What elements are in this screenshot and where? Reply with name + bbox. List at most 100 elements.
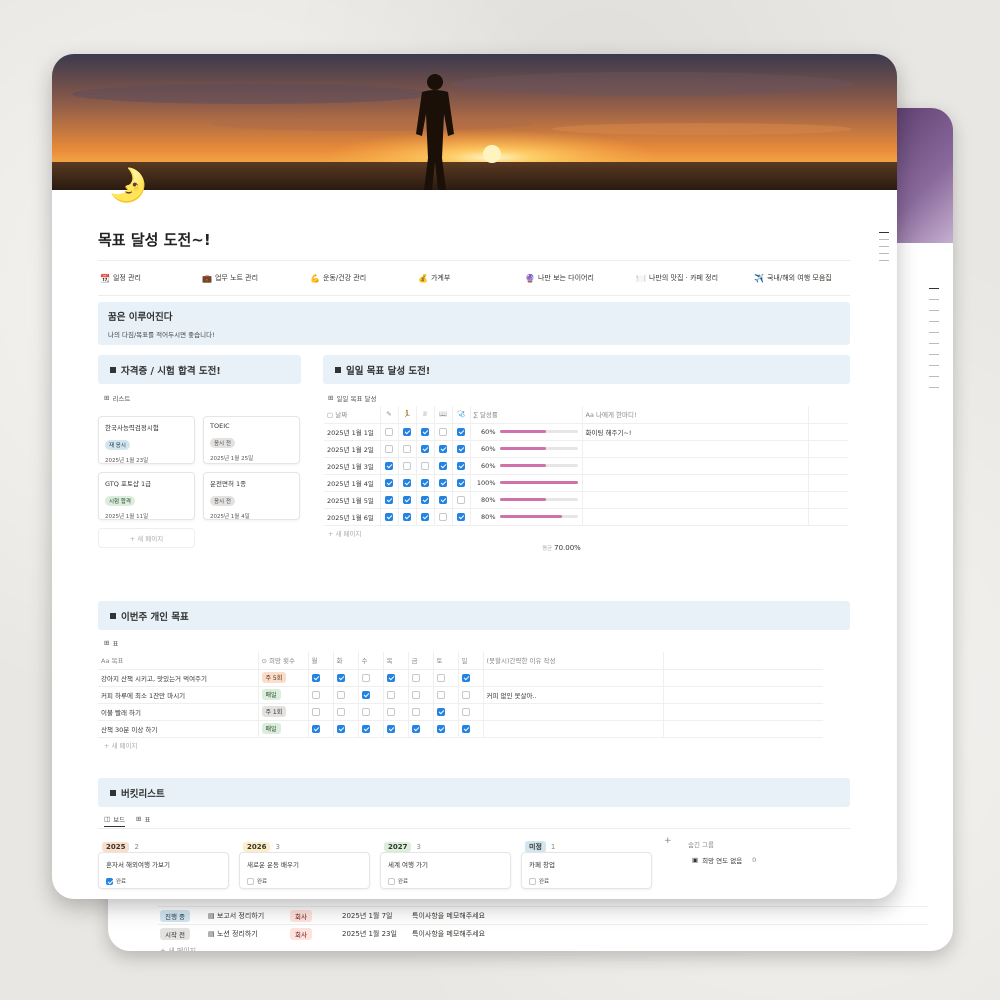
checkbox[interactable] — [461, 724, 470, 733]
goal-callout[interactable]: 꿈은 이루어진다 나의 다짐/목표를 적어두시면 좋습니다! — [98, 302, 850, 345]
cert-new-page-button[interactable]: + 새 페이지 — [98, 528, 195, 548]
checkbox[interactable] — [457, 427, 465, 436]
col-thu[interactable]: 목 — [383, 652, 409, 670]
checkbox[interactable] — [529, 877, 536, 885]
col-reason[interactable]: (못할시)간략한 이유 작성 — [483, 652, 664, 670]
checkbox[interactable] — [439, 512, 447, 521]
weekly-new-page-button[interactable]: + 새 페이지 — [104, 740, 138, 750]
row-reason[interactable] — [483, 703, 664, 721]
col-stethoscope-icon[interactable]: 🩺 — [452, 406, 471, 424]
col-mon[interactable]: 월 — [308, 652, 334, 670]
daily-row[interactable]: 2025년 1월 1일 60% 화이팅 해주기~! — [324, 423, 848, 441]
checkbox[interactable] — [411, 690, 420, 699]
bucket-tab-board[interactable]: ◫ 보드 — [104, 814, 126, 827]
checkbox[interactable] — [421, 495, 429, 504]
col-crown-icon[interactable]: ♕ — [416, 406, 435, 424]
checkbox[interactable] — [439, 461, 447, 470]
nav-link-diary[interactable]: 🔮 나만 보는 다이어리 — [525, 273, 594, 283]
row-reason[interactable]: 커피 없인 못살아.. — [483, 686, 664, 704]
checkbox[interactable] — [457, 512, 465, 521]
checkbox[interactable] — [439, 427, 447, 436]
checkbox[interactable] — [386, 690, 395, 699]
checkbox[interactable] — [461, 673, 470, 682]
checkbox[interactable] — [311, 724, 320, 733]
col-runner-icon[interactable]: 🏃 — [398, 406, 417, 424]
checkbox[interactable] — [388, 877, 395, 885]
col-pencil-icon[interactable]: ✎ — [380, 406, 399, 424]
row-note[interactable] — [582, 457, 809, 475]
nav-link-work-notes[interactable]: 💼 업무 노트 관리 — [202, 273, 258, 283]
row-reason[interactable] — [483, 669, 664, 687]
checkbox[interactable] — [403, 495, 411, 504]
row-note[interactable] — [582, 440, 809, 458]
checkbox[interactable] — [403, 427, 411, 436]
checkbox[interactable] — [311, 690, 320, 699]
checkbox[interactable] — [439, 478, 447, 487]
checkbox[interactable] — [457, 495, 465, 504]
cert-view-tab[interactable]: ⊞ 리스트 — [104, 393, 130, 403]
checkbox[interactable] — [361, 673, 370, 682]
hidden-group-item[interactable]: ▣ 희망 연도 없음 0 — [692, 855, 756, 865]
col-wed[interactable]: 수 — [358, 652, 384, 670]
bucket-card[interactable]: 카페 창업 완료 — [521, 852, 652, 889]
cover-image[interactable] — [52, 54, 897, 190]
cert-card[interactable]: TOEIC 응시 전 2025년 1월 25일 — [203, 416, 300, 464]
bucket-card[interactable]: 세계 여행 가기 완료 — [380, 852, 511, 889]
checkbox[interactable] — [411, 724, 420, 733]
checkbox[interactable] — [311, 673, 320, 682]
table-row[interactable]: 진행 중 ▤ 보고서 정리하기 회사 2025년 1월 7일 특이사항을 메모해… — [158, 906, 928, 924]
checkbox[interactable] — [421, 461, 429, 470]
nav-link-schedule[interactable]: 📆 일정 관리 — [100, 273, 141, 283]
checkbox[interactable] — [106, 877, 113, 885]
table-row[interactable]: 시작 전 ▤ 노션 정리하기 회사 2025년 1월 23일 특이사항을 메모해… — [158, 924, 928, 942]
checkbox[interactable] — [403, 512, 411, 521]
nav-link-health[interactable]: 💪 운동/건강 관리 — [310, 273, 366, 283]
moon-icon[interactable]: 🌛 — [108, 169, 148, 201]
col-book-icon[interactable]: 📖 — [434, 406, 453, 424]
row-reason[interactable] — [483, 720, 664, 738]
daily-row[interactable]: 2025년 1월 4일 100% — [324, 474, 848, 492]
daily-row[interactable]: 2025년 1월 6일 80% — [324, 508, 848, 526]
checkbox[interactable] — [403, 478, 411, 487]
cert-card[interactable]: GTQ 포토샵 1급 시험 합격 2025년 1월 11일 — [98, 472, 195, 520]
checkbox[interactable] — [421, 444, 429, 453]
daily-row[interactable]: 2025년 1월 3일 60% — [324, 457, 848, 475]
checkbox[interactable] — [247, 877, 254, 885]
col-date[interactable]: ▢ 날짜 — [324, 406, 381, 424]
weekly-row[interactable]: 커피 하루에 최소 1잔만 마시기 매일 커피 없인 못살아.. — [98, 686, 823, 704]
checkbox[interactable] — [311, 707, 320, 716]
weekly-view-tab[interactable]: ⊞ 표 — [104, 638, 118, 648]
checkbox[interactable] — [457, 478, 465, 487]
add-group-plus-icon[interactable]: + — [664, 836, 672, 846]
row-note[interactable] — [582, 474, 809, 492]
checkbox[interactable] — [386, 673, 395, 682]
checkbox[interactable] — [385, 444, 393, 453]
checkbox[interactable] — [439, 495, 447, 504]
col-tue[interactable]: 화 — [333, 652, 359, 670]
checkbox[interactable] — [421, 478, 429, 487]
checkbox[interactable] — [361, 690, 370, 699]
checkbox[interactable] — [436, 707, 445, 716]
col-note[interactable]: Aa 나에게 한마디! — [582, 406, 809, 424]
checkbox[interactable] — [461, 707, 470, 716]
weekly-row[interactable]: 강아지 산책 시키고, 맛있는거 먹여주기 주 5회 — [98, 669, 823, 687]
bucket-card[interactable]: 혼자서 해외여행 가보기 완료 — [98, 852, 229, 889]
cert-card[interactable]: 한국사능력검정시험 재 응시 2025년 1월 23일 — [98, 416, 195, 464]
daily-row[interactable]: 2025년 1월 5일 80% — [324, 491, 848, 509]
checkbox[interactable] — [386, 724, 395, 733]
col-sun[interactable]: 일 — [458, 652, 484, 670]
checkbox[interactable] — [385, 461, 393, 470]
checkbox[interactable] — [361, 707, 370, 716]
weekly-row[interactable]: 이불 빨래 하기 주 1회 — [98, 703, 823, 721]
cert-card[interactable]: 운전면허 1종 응시 전 2025년 1월 4일 — [203, 472, 300, 520]
checkbox[interactable] — [385, 495, 393, 504]
checkbox[interactable] — [421, 427, 429, 436]
row-note[interactable]: 화이팅 해주기~! — [582, 423, 809, 441]
col-fri[interactable]: 금 — [408, 652, 434, 670]
checkbox[interactable] — [439, 444, 447, 453]
row-note[interactable] — [582, 508, 809, 526]
col-goal[interactable]: Aa 목표 — [98, 652, 259, 670]
checkbox[interactable] — [411, 707, 420, 716]
checkbox[interactable] — [436, 724, 445, 733]
checkbox[interactable] — [336, 673, 345, 682]
